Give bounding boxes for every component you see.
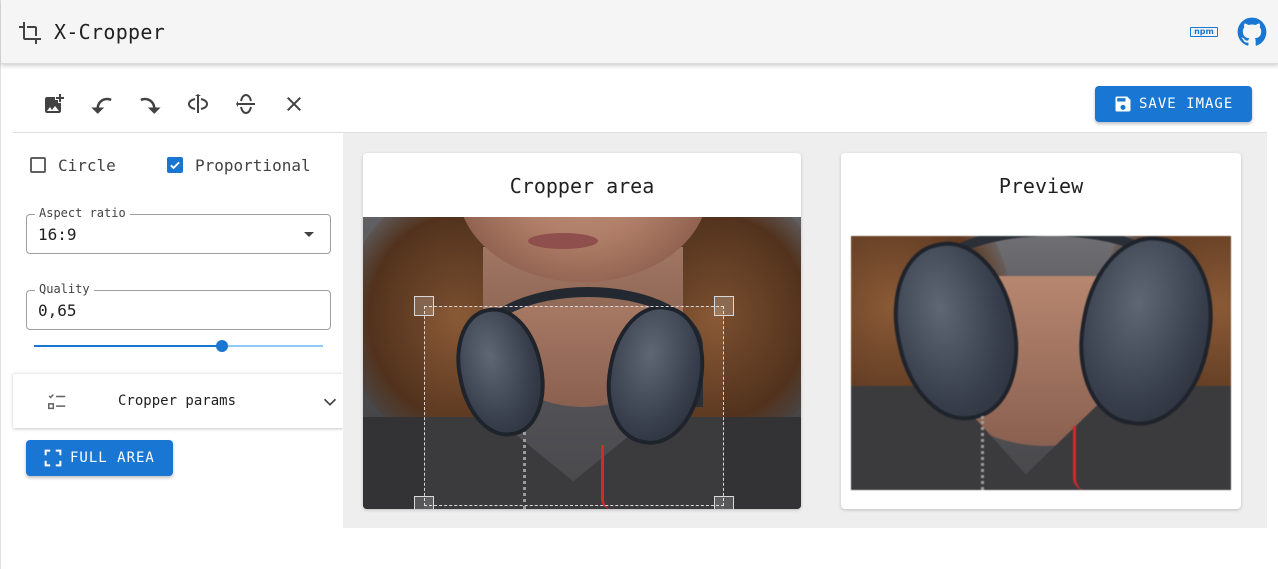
flip-vertical-icon [236, 93, 255, 115]
aspect-ratio-select[interactable]: Aspect ratio 16:9 [26, 206, 331, 254]
save-image-button[interactable]: SAVE IMAGE [1095, 86, 1252, 122]
app-header: X-Cropper npm [1, 0, 1278, 64]
crop-handle-top-left[interactable] [414, 296, 434, 316]
crop-icon [19, 22, 41, 44]
fullscreen-icon [44, 449, 62, 467]
rotate-right-button[interactable] [138, 92, 162, 116]
flip-horizontal-icon [187, 94, 209, 113]
slider-thumb[interactable] [215, 340, 228, 352]
clear-button[interactable] [282, 92, 306, 116]
aspect-ratio-value: 16:9 [38, 225, 77, 244]
full-area-label: FULL AREA [70, 450, 155, 466]
crop-handle-top-right[interactable] [714, 296, 734, 316]
add-image-button[interactable] [42, 92, 66, 116]
options-panel: Circle Proportional Aspect ratio 16:9 Qu… [13, 132, 343, 569]
app-title: X-Cropper [54, 20, 166, 44]
rotate-left-button[interactable] [90, 92, 114, 116]
github-icon[interactable] [1237, 17, 1267, 47]
crop-handle-bottom-left[interactable] [414, 496, 434, 509]
cropper-image[interactable] [363, 217, 801, 509]
full-area-button[interactable]: FULL AREA [26, 440, 173, 476]
checkbox-checked-icon [167, 157, 183, 173]
add-photo-icon [45, 94, 64, 113]
chevron-down-icon [323, 398, 337, 406]
quality-label: Quality [35, 282, 94, 296]
rotate-right-icon [140, 97, 161, 114]
checkbox-unchecked-icon [30, 157, 46, 173]
cropper-params-label: Cropper params [118, 393, 237, 409]
preview-title: Preview [998, 174, 1084, 198]
quality-input[interactable]: Quality 0,65 [26, 282, 331, 330]
aspect-ratio-label: Aspect ratio [35, 206, 130, 220]
save-icon [1115, 96, 1131, 112]
save-image-label: SAVE IMAGE [1139, 96, 1234, 112]
proportional-checkbox[interactable]: Proportional [167, 155, 327, 175]
preview-card: Preview [841, 153, 1241, 509]
close-icon [287, 97, 301, 111]
preview-image [851, 236, 1231, 490]
npm-icon[interactable]: npm [1190, 27, 1218, 37]
flip-horizontal-button[interactable] [186, 92, 210, 116]
app-root: X-Cropper npm SAVE IMAGE Circle Proporti… [0, 0, 1278, 569]
circle-label: Circle [58, 156, 116, 175]
flip-vertical-button[interactable] [234, 92, 258, 116]
cropper-card: Cropper area [363, 153, 801, 509]
workspace: Cropper area Preview [343, 132, 1267, 528]
slider-track [34, 345, 222, 347]
cropper-title: Cropper area [509, 174, 655, 198]
quality-slider[interactable] [34, 338, 323, 354]
toolbar: SAVE IMAGE [1, 64, 1278, 132]
proportional-label: Proportional [195, 156, 311, 175]
dropdown-arrow-icon [304, 232, 314, 237]
circle-checkbox[interactable]: Circle [30, 155, 140, 175]
rotate-left-icon [91, 97, 112, 114]
cropper-params-accordion[interactable]: Cropper params [13, 373, 343, 428]
quality-value: 0,65 [38, 301, 77, 320]
crop-selection[interactable] [424, 306, 724, 506]
checklist-icon [48, 394, 66, 410]
crop-handle-bottom-right[interactable] [714, 496, 734, 509]
